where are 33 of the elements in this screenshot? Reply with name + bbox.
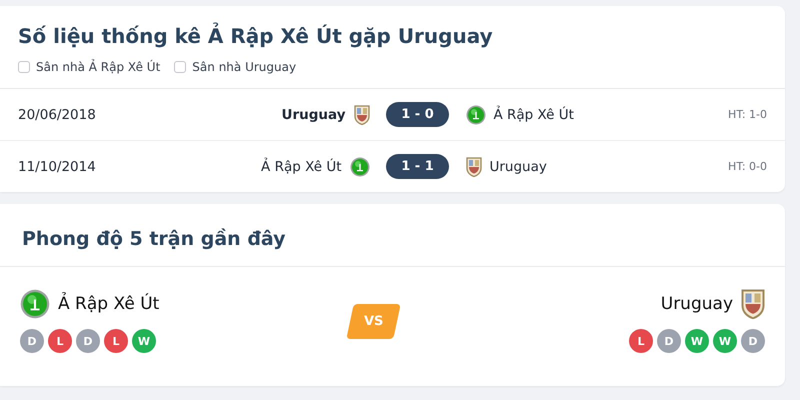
team-name: Ả Rập Xê Út — [58, 294, 160, 314]
match-date: 11/10/2014 — [18, 158, 97, 174]
result-dot: L — [48, 329, 72, 353]
shield-icon — [466, 156, 482, 176]
filter-checkbox[interactable]: Sân nhà Ả Rập Xê Út — [18, 60, 160, 74]
result-dot: W — [685, 329, 709, 353]
result-dot: L — [104, 329, 128, 353]
score-pill: 1 - 0 — [386, 102, 449, 127]
result-dot: D — [76, 329, 100, 353]
section-title: Số liệu thống kê Ả Rập Xê Út gặp Uruguay — [18, 24, 494, 48]
result-dot: D — [741, 329, 765, 353]
section-title: Phong độ 5 trận gần đây — [0, 204, 785, 267]
match-date: 20/06/2018 — [18, 106, 97, 122]
vs-badge: VS — [346, 304, 402, 338]
shield-icon — [741, 289, 765, 319]
half-time-score: HT: 0-0 — [728, 160, 767, 173]
result-dot: W — [132, 329, 156, 353]
team-name: Uruguay — [660, 294, 733, 314]
result-dot: W — [713, 329, 737, 353]
team-name: Ả Rập Xê Út — [494, 106, 574, 122]
round-crest-icon — [350, 156, 370, 176]
team-name: Ả Rập Xê Út — [261, 158, 342, 174]
team-name: Uruguay — [282, 106, 346, 122]
result-dot: D — [20, 329, 44, 353]
filter-checkbox[interactable]: Sân nhà Uruguay — [174, 60, 296, 74]
score-pill: 1 - 1 — [386, 154, 449, 179]
half-time-score: HT: 1-0 — [728, 108, 767, 121]
result-dot: D — [657, 329, 681, 353]
shield-icon — [354, 104, 370, 124]
round-crest-icon — [466, 104, 486, 124]
round-crest-icon — [20, 289, 50, 319]
team-name: Uruguay — [490, 158, 547, 174]
result-dot: L — [629, 329, 653, 353]
